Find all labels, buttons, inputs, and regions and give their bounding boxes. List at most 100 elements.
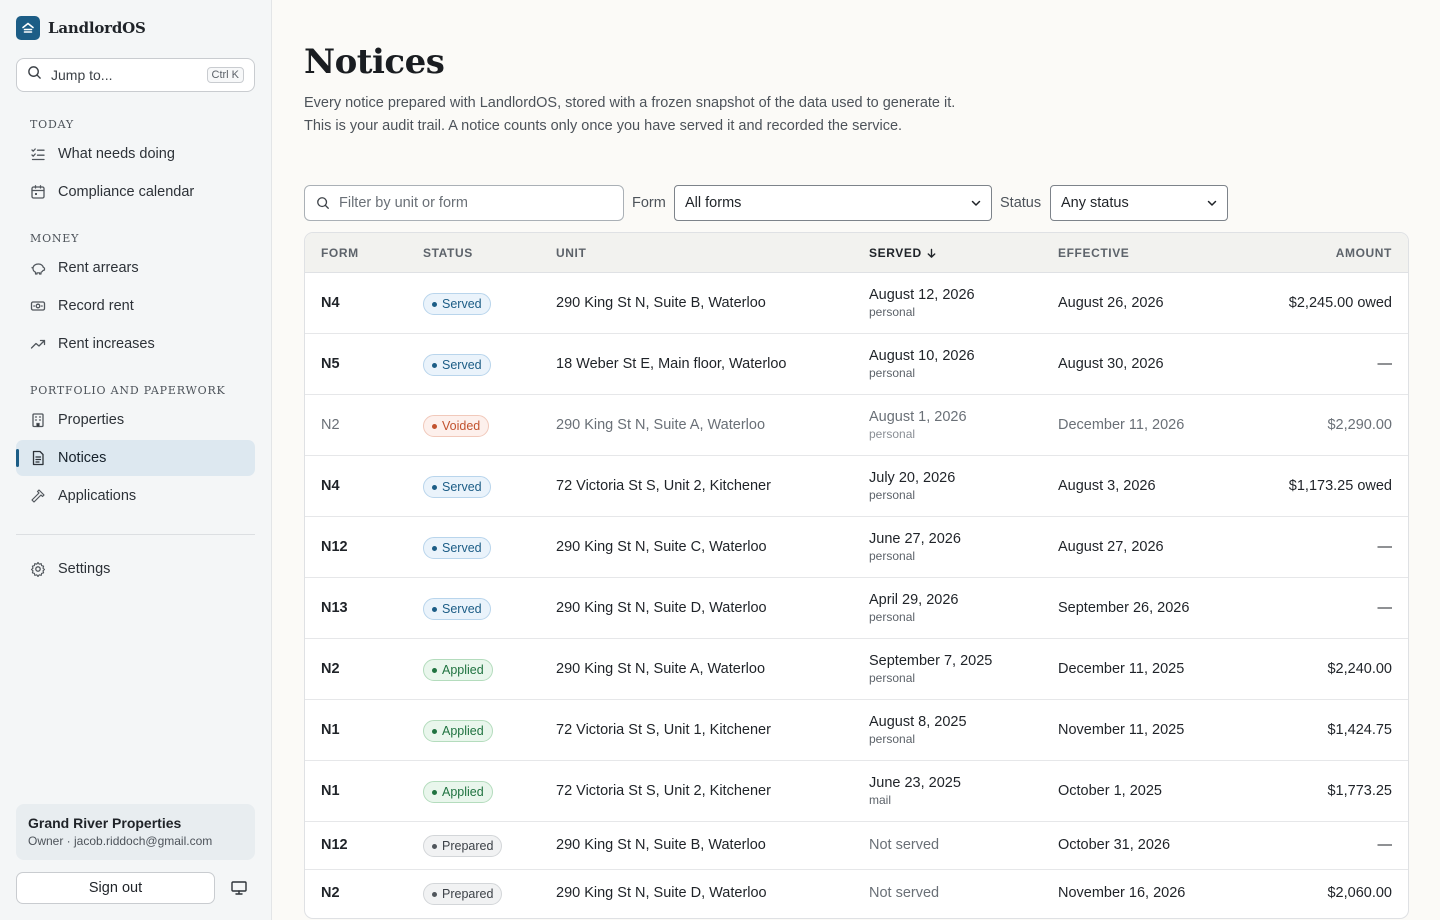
effective-date: August 3, 2026 (1058, 478, 1156, 494)
status-label: Served (442, 358, 482, 372)
served-cell: August 1, 2026 personal (869, 409, 967, 441)
served-date: September 7, 2025 (869, 653, 993, 669)
status-badge: Served (423, 354, 491, 376)
table-row[interactable]: N2 Applied 290 King St N, Suite A, Waterlo… (305, 639, 1408, 700)
effective-date: August 27, 2026 (1058, 539, 1164, 555)
amount: $1,773.25 (1327, 783, 1392, 799)
amount: — (1377, 600, 1393, 616)
served-cell: April 29, 2026 personal (869, 592, 958, 624)
table-row[interactable]: N12 Prepared 290 King St N, Suite B, Water… (305, 822, 1408, 870)
chevron-down-icon (1207, 200, 1217, 206)
organization-card[interactable]: Grand River Properties Owner · jacob.rid… (16, 804, 255, 860)
building-icon (32, 413, 44, 428)
sidebar-item-rent-increases[interactable]: Rent increases (16, 326, 255, 362)
form-code: N2 (321, 885, 340, 901)
table-row[interactable]: N4 Served 290 King St N, Suite B, Waterloo… (305, 273, 1408, 334)
jump-to-search[interactable]: Jump to... Ctrl K (16, 58, 255, 92)
amount: $2,060.00 (1327, 885, 1392, 901)
sidebar-item-properties[interactable]: Properties (16, 402, 255, 438)
sidebar-item-applications[interactable]: Applications (16, 478, 255, 514)
sidebar-item-label: Compliance calendar (58, 184, 195, 200)
effective-date: December 11, 2025 (1058, 661, 1185, 677)
effective-date: December 11, 2026 (1058, 417, 1185, 433)
sort-descending-icon (927, 248, 936, 258)
page-subtitle: Every notice prepared with LandlordOS, s… (304, 92, 955, 138)
status-dot (432, 362, 437, 368)
sidebar-item-label: Applications (58, 488, 137, 504)
table-row[interactable]: N5 Served 18 Weber St E, Main floor, Water… (305, 334, 1408, 395)
table-header: FORM STATUS UNIT SERVED EFFECTIVE AMOUNT (305, 233, 1408, 273)
served-date: Not served (869, 885, 940, 901)
table-row[interactable]: N1 Applied 72 Victoria St S, Unit 2, Kitch… (305, 761, 1408, 822)
status-label: Applied (442, 663, 484, 677)
column-header-effective[interactable]: EFFECTIVE (1058, 246, 1129, 260)
served-date: June 23, 2025 (869, 775, 961, 791)
column-header-status[interactable]: STATUS (423, 246, 473, 260)
served-cell: August 8, 2025 personal (869, 714, 967, 746)
sidebar-item-what-needs-doing[interactable]: What needs doing (16, 136, 255, 172)
served-cell: June 23, 2025 mail (869, 775, 961, 807)
form-code: N2 (321, 661, 340, 677)
service-method: personal (869, 732, 916, 746)
form-code: N12 (321, 539, 348, 555)
form-code: N13 (321, 600, 348, 616)
sidebar-item-label: Record rent (58, 298, 134, 314)
table-row[interactable]: N13 Served 290 King St N, Suite D, Waterlo… (305, 578, 1408, 639)
unit-address: 72 Victoria St S, Unit 2, Kitchener (556, 478, 771, 494)
table-row[interactable]: N2 Prepared 290 King St N, Suite D, Waterl… (305, 870, 1408, 918)
status-dot (432, 301, 437, 307)
served-date: August 8, 2025 (869, 714, 967, 730)
status-label: Voided (442, 419, 481, 433)
amount: — (1377, 837, 1393, 853)
form-select-value: All forms (685, 195, 742, 211)
monitor-icon[interactable] (230, 880, 248, 896)
sign-out-button[interactable]: Sign out (16, 872, 215, 904)
form-code: N5 (321, 356, 340, 372)
sidebar-item-rent-arrears[interactable]: Rent arrears (16, 250, 255, 286)
status-badge: Prepared (423, 883, 503, 905)
service-method: personal (869, 610, 916, 624)
table-row[interactable]: N1 Applied 72 Victoria St S, Unit 1, Kitch… (305, 700, 1408, 761)
status-dot (432, 545, 437, 551)
form-code: N2 (321, 417, 340, 433)
served-date: August 1, 2026 (869, 409, 967, 425)
search-icon (27, 65, 42, 85)
served-cell: June 27, 2026 personal (869, 531, 961, 563)
form-select[interactable]: All forms (674, 185, 992, 221)
table-row[interactable]: N12 Served 290 King St N, Suite C, Waterlo… (305, 517, 1408, 578)
form-filter-label: Form (632, 195, 666, 211)
status-dot (432, 484, 437, 490)
table-row[interactable]: N4 Served 72 Victoria St S, Unit 2, Kitche… (305, 456, 1408, 517)
sidebar-item-label: Rent arrears (58, 260, 139, 276)
checklist-icon (31, 148, 45, 161)
sidebar-item-record-rent[interactable]: Record rent (16, 288, 255, 324)
column-header-unit[interactable]: UNIT (556, 246, 586, 260)
filter-input[interactable]: Filter by unit or form (304, 185, 624, 221)
effective-date: October 1, 2025 (1058, 783, 1162, 799)
amount: — (1377, 539, 1393, 555)
status-dot (432, 789, 437, 795)
table-body: N4 Served 290 King St N, Suite B, Waterloo… (305, 273, 1408, 918)
column-header-form[interactable]: FORM (321, 246, 359, 260)
effective-date: August 30, 2026 (1058, 356, 1164, 372)
unit-address: 290 King St N, Suite A, Waterloo (556, 661, 766, 677)
section-money: MONEY (30, 232, 80, 245)
brand[interactable]: LandlordOS (16, 16, 146, 40)
house-logo-icon (16, 16, 40, 40)
effective-date: September 26, 2026 (1058, 600, 1190, 616)
column-header-served[interactable]: SERVED (869, 246, 937, 260)
sidebar-item-settings[interactable]: Settings (16, 551, 255, 587)
served-date: Not served (869, 837, 940, 853)
section-today: TODAY (30, 118, 74, 131)
sidebar-item-label: Settings (58, 561, 111, 577)
served-date: August 12, 2026 (869, 287, 975, 303)
service-method: personal (869, 671, 916, 685)
column-header-amount[interactable]: AMOUNT (1336, 246, 1392, 260)
sidebar-item-compliance-calendar[interactable]: Compliance calendar (16, 174, 255, 210)
status-select[interactable]: Any status (1050, 185, 1228, 221)
table-row[interactable]: N2 Voided 290 King St N, Suite A, Waterloo… (305, 395, 1408, 456)
section-portfolio: PORTFOLIO AND PAPERWORK (30, 384, 226, 397)
search-icon (316, 196, 330, 210)
status-dot (432, 667, 437, 673)
sidebar-item-notices[interactable]: Notices (16, 440, 255, 476)
